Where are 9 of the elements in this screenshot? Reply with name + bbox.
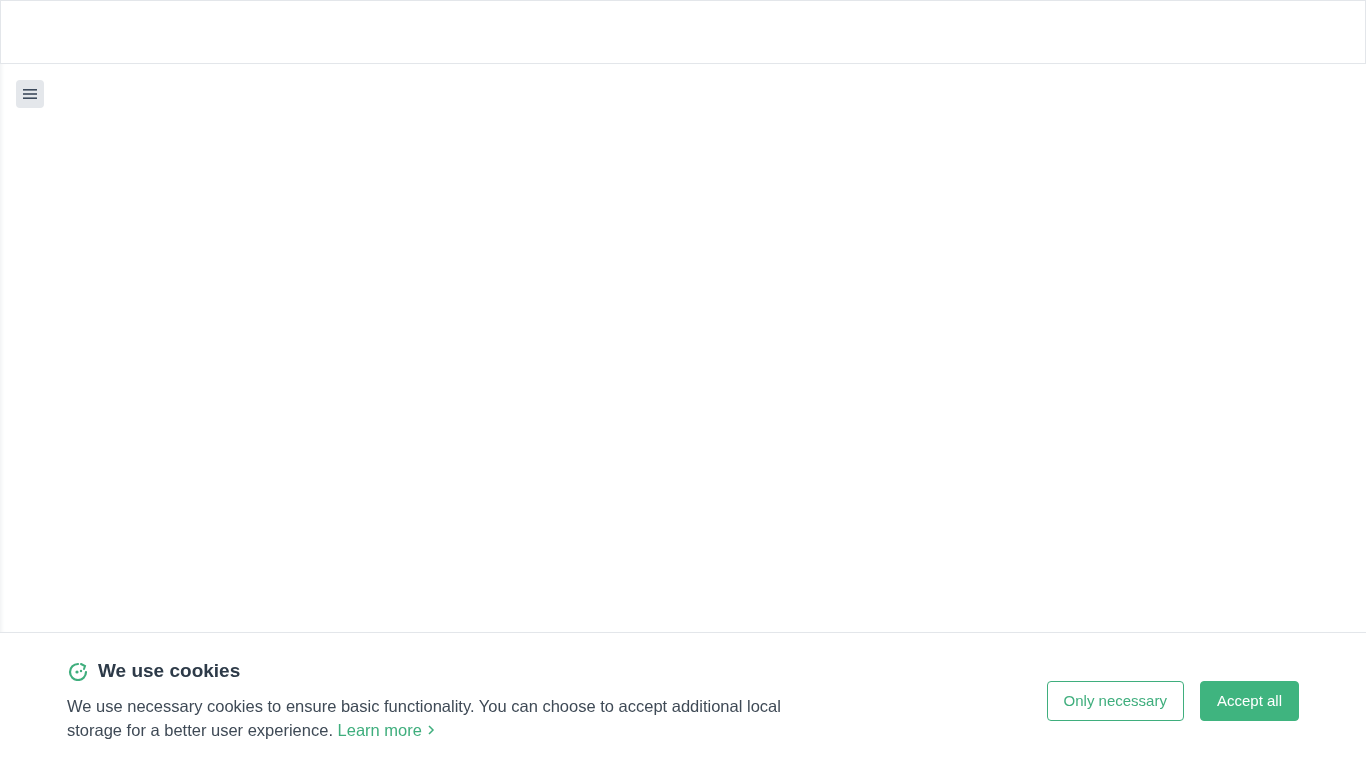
banner-title: We use cookies bbox=[98, 659, 241, 682]
only-necessary-button[interactable]: Only necessary bbox=[1046, 680, 1184, 721]
banner-message: We use necessary cookies to ensure basic functionality. You can choose to accept additional local storage for a better user experience. Learn more bbox=[67, 693, 827, 742]
accept-all-button[interactable]: Accept all bbox=[1199, 680, 1299, 721]
cookie-icon bbox=[67, 660, 89, 681]
learn-more-link[interactable]: Learn more bbox=[337, 717, 435, 742]
chevron-right-icon bbox=[426, 723, 435, 736]
menu-button[interactable] bbox=[16, 80, 44, 108]
menu-icon bbox=[23, 88, 37, 100]
